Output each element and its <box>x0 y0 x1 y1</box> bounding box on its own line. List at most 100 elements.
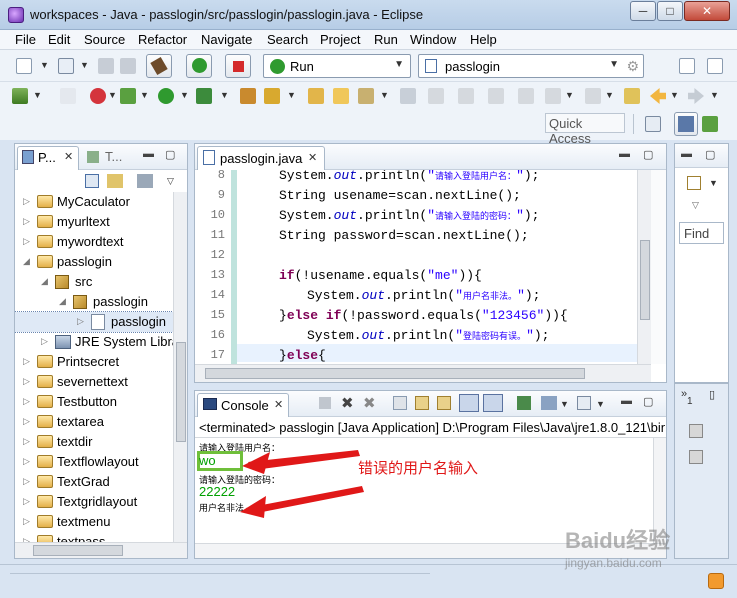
run-icon[interactable] <box>158 88 174 104</box>
collapsed-arrow-icon[interactable]: ▷ <box>23 476 30 487</box>
menu-edit[interactable]: Edit <box>48 32 70 47</box>
tree-item[interactable]: ▷ textdir <box>15 432 173 452</box>
search-icon[interactable] <box>358 88 374 104</box>
code-line[interactable]: 11 String password=scan.nextLine(); <box>195 226 637 246</box>
collapsed-arrow-icon[interactable]: ▷ <box>23 436 30 447</box>
rss-icon[interactable] <box>708 573 724 589</box>
expanded-arrow-icon[interactable]: ◢ <box>23 256 30 267</box>
collapsed-arrow-icon[interactable]: ▷ <box>23 236 30 247</box>
toggle-mark-icon[interactable] <box>400 88 416 104</box>
vertical-scrollbar[interactable] <box>173 192 187 542</box>
tree-item[interactable]: ▷ Textgridlayout <box>15 492 173 512</box>
chevron-down-icon[interactable]: ▽ <box>167 176 174 187</box>
tree-item[interactable]: ▷ textarea <box>15 412 173 432</box>
tree-item[interactable]: ▷ MyCaculator <box>15 192 173 212</box>
forward-arrow-icon[interactable] <box>688 88 704 104</box>
maximize-button[interactable]: □ <box>657 1 683 21</box>
outline-icon[interactable] <box>689 424 703 438</box>
menu-refactor[interactable]: Refactor <box>138 32 187 47</box>
minimize-icon[interactable]: ▬ <box>619 148 630 160</box>
chevron-down-icon[interactable]: ▼ <box>670 90 679 100</box>
open-perspective-icon[interactable] <box>645 116 661 132</box>
menu-search[interactable]: Search <box>267 32 308 47</box>
menu-source[interactable]: Source <box>84 32 125 47</box>
new-file-icon[interactable] <box>16 58 32 74</box>
run-button[interactable] <box>186 54 212 78</box>
tree-item[interactable]: ▷ Testbutton <box>15 392 173 412</box>
prev-annotation-icon[interactable] <box>585 88 601 104</box>
tab-passlogin-java[interactable]: passlogin.java ✕ <box>197 146 325 170</box>
chevron-down-icon[interactable]: ▼ <box>40 60 49 70</box>
collapsed-arrow-icon[interactable]: ▷ <box>23 396 30 407</box>
vertical-scrollbar[interactable] <box>637 170 651 364</box>
edit-icon[interactable] <box>428 88 444 104</box>
debug-icon[interactable] <box>90 88 106 104</box>
pin-console-icon[interactable] <box>517 396 531 410</box>
minimize-button[interactable]: ─ <box>630 1 656 21</box>
quick-access-input[interactable]: Quick Access <box>545 113 625 146</box>
chevron-down-icon[interactable]: ▼ <box>108 90 117 100</box>
task-list-icon[interactable] <box>689 450 703 464</box>
clear-console-icon[interactable] <box>393 396 407 410</box>
collapsed-arrow-icon[interactable]: ▷ <box>23 356 30 367</box>
code-line[interactable]: 17}else{ <box>195 346 637 364</box>
code-line[interactable]: 12 <box>195 246 637 266</box>
collapsed-arrow-icon[interactable]: ▷ <box>23 376 30 387</box>
remove-all-icon[interactable]: ✖ <box>363 394 376 412</box>
chevron-down-icon[interactable]: ▼ <box>565 90 574 100</box>
whitespace-icon[interactable] <box>488 88 504 104</box>
java-perspective-button[interactable] <box>674 112 698 136</box>
block-select-icon[interactable] <box>458 88 474 104</box>
code-line[interactable]: 13 if(!usename.equals("me")){ <box>195 266 637 286</box>
horizontal-scrollbar[interactable] <box>195 364 651 382</box>
collapsed-arrow-icon[interactable]: ▷ <box>77 316 84 327</box>
open-type-icon[interactable] <box>308 88 324 104</box>
pilcrow-icon[interactable] <box>518 88 534 104</box>
tree-item[interactable]: ▷ myurltext <box>15 212 173 232</box>
maximize-icon[interactable]: ▢ <box>643 148 653 161</box>
toolbar-overflow-icon[interactable] <box>707 58 723 74</box>
show-stderr-icon[interactable] <box>483 394 503 412</box>
menu-help[interactable]: Help <box>470 32 497 47</box>
collapsed-arrow-icon[interactable]: ▷ <box>23 416 30 427</box>
menu-project[interactable]: Project <box>320 32 360 47</box>
close-icon[interactable]: ✕ <box>308 151 317 164</box>
stop-button[interactable] <box>225 54 251 78</box>
back-arrow-icon[interactable] <box>650 88 666 104</box>
code-line[interactable]: 10 System.out.println("请输入登陆的密码："); <box>195 206 637 226</box>
tree-item[interactable]: ◢ passlogin <box>15 252 173 272</box>
tree-item[interactable]: ▷ TextGrad <box>15 472 173 492</box>
remove-launch-icon[interactable]: ✖ <box>341 394 354 412</box>
tab-console[interactable]: Console ✕ <box>197 393 289 417</box>
expanded-arrow-icon[interactable]: ◢ <box>59 296 66 307</box>
code-line[interactable]: 14 System.out.println("用户名非法。"); <box>195 286 637 306</box>
chevron-down-icon[interactable]: ▼ <box>596 399 605 409</box>
chevron-down-icon[interactable]: ▼ <box>287 90 296 100</box>
debug-perspective-icon[interactable] <box>702 116 718 132</box>
chevron-down-icon[interactable]: ▼ <box>710 90 719 100</box>
code-line[interactable]: 16 System.out.println("登陆密码有误。"); <box>195 326 637 346</box>
filters-icon[interactable] <box>137 174 153 188</box>
close-icon[interactable]: ✕ <box>274 398 283 411</box>
tree-item[interactable]: ▷ severnettext <box>15 372 173 392</box>
new-project-icon[interactable] <box>58 58 74 74</box>
code-line[interactable]: 9 String usename=scan.nextLine(); <box>195 186 637 206</box>
tree-item[interactable]: ▷ mywordtext <box>15 232 173 252</box>
minimize-icon[interactable]: ▬ <box>621 395 632 407</box>
menu-file[interactable]: File <box>15 32 36 47</box>
close-button[interactable]: ✕ <box>684 1 730 21</box>
collapsed-arrow-icon[interactable]: ▷ <box>23 496 30 507</box>
tree-item[interactable]: ▷ Printsecret <box>15 352 173 372</box>
new-task-icon[interactable] <box>687 176 701 190</box>
chevron-down-icon[interactable]: ▼ <box>33 90 42 100</box>
toggle-icon[interactable] <box>12 88 28 104</box>
scrollbar-thumb[interactable] <box>33 545 123 556</box>
tree-item[interactable]: ◢ passlogin <box>15 292 173 312</box>
collapse-all-icon[interactable] <box>85 174 99 188</box>
save-icon[interactable] <box>98 58 114 74</box>
chevron-down-icon[interactable]: ▼ <box>140 90 149 100</box>
code-line[interactable]: 8 System.out.println("请输入登陆用户名："); <box>195 170 637 186</box>
find-input[interactable]: Find <box>679 222 724 244</box>
show-stdout-icon[interactable] <box>459 394 479 412</box>
tree-item[interactable]: ▷ textmenu <box>15 512 173 532</box>
